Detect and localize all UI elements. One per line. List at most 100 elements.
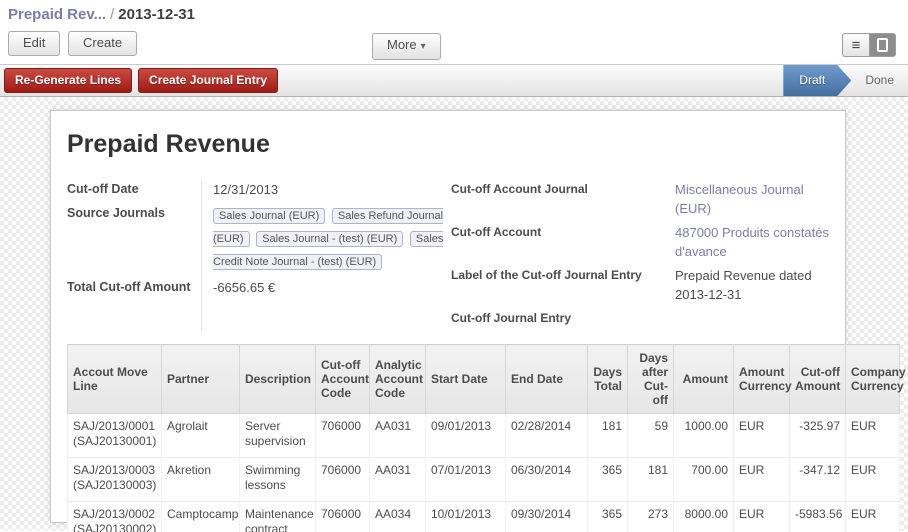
breadcrumb-parent-link[interactable]: Prepaid Rev...	[8, 6, 106, 23]
field-row-cutoff-account: Cut-off Account 487000 Produits constaté…	[451, 222, 829, 261]
field-label-total-cutoff-amount: Total Cut-off Amount	[67, 277, 201, 297]
status-states: Draft Done	[783, 65, 908, 96]
view-switcher: ≡	[842, 33, 896, 57]
field-row-journal-entry-label: Label of the Cut-off Journal Entry Prepa…	[451, 265, 829, 304]
form-icon	[877, 38, 888, 52]
cell-analytic-account-code: AA031	[370, 458, 426, 502]
column-header-cutoff-amount: Cut-off Amount	[790, 345, 846, 414]
column-header-description: Description	[240, 345, 316, 414]
page-title: Prepaid Revenue	[67, 129, 829, 159]
cell-company-currency: EUR	[846, 414, 900, 458]
cell-days-after-cutoff: 59	[628, 414, 674, 458]
journal-tag-list: Sales Journal (EUR) Sales Refund Journal…	[213, 204, 445, 273]
cutoff-lines-table: Accout Move Line Partner Description Cut…	[67, 344, 900, 532]
list-view-button[interactable]: ≡	[842, 33, 869, 57]
cell-cutoff-amount: -347.12	[790, 458, 846, 502]
toolbar: Edit Create More▾ ≡	[8, 31, 900, 65]
field-row-source-journals: Source Journals Sales Journal (EUR) Sale…	[67, 203, 445, 273]
cell-description: Server supervision	[240, 414, 316, 458]
field-group-left: Cut-off Date 12/31/2013 Source Journals …	[67, 179, 445, 332]
field-label-cutoff-account: Cut-off Account	[451, 222, 661, 261]
odoo-prepaid-revenue-form: { "colors": { "accent_red": "#a52a21", "…	[0, 0, 908, 532]
cell-description: Maintenance contract	[240, 502, 316, 532]
cell-account-move-line: SAJ/2013/0002 (SAJ20130002)	[68, 502, 162, 532]
field-value-journal-entry-label: Prepaid Revenue dated 2013-12-31	[661, 265, 829, 304]
status-state-done: Done	[851, 65, 908, 96]
form-view-button[interactable]	[869, 33, 896, 57]
column-header-amount-currency: Amount Currency	[734, 345, 790, 414]
create-journal-entry-button[interactable]: Create Journal Entry	[138, 68, 278, 93]
field-label-cutoff-account-journal: Cut-off Account Journal	[451, 179, 661, 218]
cell-partner: Akretion	[162, 458, 240, 502]
journal-tag: Sales Journal (EUR)	[213, 208, 325, 224]
status-state-draft: Draft	[783, 65, 851, 96]
cell-amount: 8000.00	[674, 502, 734, 532]
cell-analytic-account-code: AA031	[370, 414, 426, 458]
column-header-amount: Amount	[674, 345, 734, 414]
table-row[interactable]: SAJ/2013/0001 (SAJ20130001) Agrolait Ser…	[68, 414, 900, 458]
cell-company-currency: EUR	[846, 502, 900, 532]
cell-account-move-line: SAJ/2013/0003 (SAJ20130003)	[68, 458, 162, 502]
journal-tag: Sales Journal - (test) (EUR)	[256, 231, 403, 247]
cell-days-total: 365	[588, 502, 628, 532]
table-row[interactable]: SAJ/2013/0002 (SAJ20130002) Camptocamp M…	[68, 502, 900, 532]
cell-account-move-line: SAJ/2013/0001 (SAJ20130001)	[68, 414, 162, 458]
cutoff-lines-table-wrap: Accout Move Line Partner Description Cut…	[67, 344, 899, 532]
cell-days-after-cutoff: 273	[628, 502, 674, 532]
cell-analytic-account-code: AA034	[370, 502, 426, 532]
cell-description: Swimming lessons	[240, 458, 316, 502]
cell-amount-currency: EUR	[734, 458, 790, 502]
cell-cutoff-amount: -325.97	[790, 414, 846, 458]
chevron-down-icon: ▾	[421, 41, 426, 52]
table-header-row: Accout Move Line Partner Description Cut…	[68, 345, 900, 414]
cell-cutoff-account-code: 706000	[316, 414, 370, 458]
field-row-total-cutoff-amount: Total Cut-off Amount -6656.65 €	[67, 277, 445, 297]
regenerate-lines-button[interactable]: Re-Generate Lines	[4, 68, 132, 93]
field-value-cutoff-date: 12/31/2013	[201, 179, 445, 199]
table-row[interactable]: SAJ/2013/0003 (SAJ20130003) Akretion Swi…	[68, 458, 900, 502]
cell-end-date: 02/28/2014	[506, 414, 588, 458]
control-panel: Prepaid Rev.../2013-12-31 Edit Create Mo…	[0, 0, 908, 64]
field-value-cutoff-account-journal[interactable]: Miscellaneous Journal (EUR)	[661, 179, 829, 218]
field-value-total-cutoff-amount: -6656.65 €	[201, 277, 445, 297]
field-group: Cut-off Date 12/31/2013 Source Journals …	[67, 179, 829, 332]
create-button[interactable]: Create	[68, 31, 137, 56]
field-row-cutoff-journal-entry: Cut-off Journal Entry	[451, 308, 829, 328]
cell-start-date: 09/01/2013	[426, 414, 506, 458]
field-value-cutoff-account[interactable]: 487000 Produits constatés d'avance	[661, 222, 829, 261]
cell-start-date: 07/01/2013	[426, 458, 506, 502]
column-header-partner: Partner	[162, 345, 240, 414]
cell-amount: 700.00	[674, 458, 734, 502]
cell-amount-currency: EUR	[734, 502, 790, 532]
column-header-analytic-account-code: Analytic Account Code	[370, 345, 426, 414]
column-header-days-total: Days Total	[588, 345, 628, 414]
content-background: Prepaid Revenue Cut-off Date 12/31/2013 …	[0, 97, 908, 531]
cell-days-after-cutoff: 181	[628, 458, 674, 502]
form-sheet: Prepaid Revenue Cut-off Date 12/31/2013 …	[50, 110, 846, 523]
column-header-cutoff-account-code: Cut-off Account Code	[316, 345, 370, 414]
column-header-end-date: End Date	[506, 345, 588, 414]
field-value-cutoff-journal-entry	[661, 308, 829, 328]
column-header-account-move-line: Accout Move Line	[68, 345, 162, 414]
field-row-cutoff-date: Cut-off Date 12/31/2013	[67, 179, 445, 199]
field-label-cutoff-date: Cut-off Date	[67, 179, 201, 199]
field-label-source-journals: Source Journals	[67, 203, 201, 273]
cell-end-date: 09/30/2014	[506, 502, 588, 532]
field-label-journal-entry-label: Label of the Cut-off Journal Entry	[451, 265, 661, 304]
more-button[interactable]: More▾	[372, 33, 441, 60]
edit-button[interactable]: Edit	[8, 31, 60, 56]
breadcrumb: Prepaid Rev.../2013-12-31	[8, 3, 900, 29]
cell-amount: 1000.00	[674, 414, 734, 458]
status-bar: Re-Generate Lines Create Journal Entry D…	[0, 64, 908, 97]
action-buttons: Re-Generate Lines Create Journal Entry	[0, 65, 284, 96]
breadcrumb-separator: /	[110, 6, 114, 23]
cell-days-total: 365	[588, 458, 628, 502]
column-header-start-date: Start Date	[426, 345, 506, 414]
cell-days-total: 181	[588, 414, 628, 458]
field-label-cutoff-journal-entry: Cut-off Journal Entry	[451, 308, 661, 328]
cell-cutoff-amount: -5983.56	[790, 502, 846, 532]
column-header-days-after-cutoff: Days after Cut-off	[628, 345, 674, 414]
field-group-right: Cut-off Account Journal Miscellaneous Jo…	[445, 179, 829, 332]
cell-start-date: 10/01/2013	[426, 502, 506, 532]
cell-company-currency: EUR	[846, 458, 900, 502]
